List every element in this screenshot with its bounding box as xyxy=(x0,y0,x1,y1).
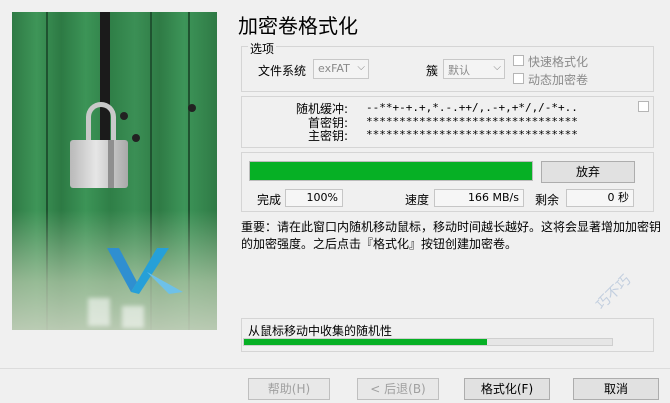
format-progress-fill xyxy=(250,162,532,180)
dynamic-volume-checkbox[interactable] xyxy=(513,73,524,84)
padlock-icon xyxy=(86,102,116,144)
done-label: 完成 xyxy=(257,193,282,207)
master-key-label: 主密钥: xyxy=(307,129,348,143)
dynamic-volume-label: 动态加密卷 xyxy=(528,73,589,87)
cancel-button[interactable]: 取消 xyxy=(573,378,659,400)
filesystem-value: exFAT xyxy=(318,62,350,75)
chevron-down-icon: ⌵ xyxy=(493,62,501,73)
veracrypt-logo-icon xyxy=(107,248,183,294)
master-key-value: ******************************** xyxy=(366,128,578,141)
done-value: 100% xyxy=(285,189,343,207)
format-button[interactable]: 格式化(F) xyxy=(464,378,550,400)
randomness-fill xyxy=(244,339,487,345)
back-button[interactable]: < 后退(B) xyxy=(357,378,439,400)
show-pool-checkbox[interactable] xyxy=(638,101,649,112)
speed-label: 速度 xyxy=(405,193,430,207)
filesystem-label: 文件系统 xyxy=(258,64,307,78)
speed-value: 166 MB/s xyxy=(434,189,524,207)
cluster-value: 默认 xyxy=(448,64,470,77)
time-left-label: 剩余 xyxy=(535,193,560,207)
help-button[interactable]: 帮助(H) xyxy=(248,378,330,400)
quick-format-label: 快速格式化 xyxy=(528,55,589,69)
divider xyxy=(0,368,670,369)
options-legend: 选项 xyxy=(248,40,277,57)
header-key-value: ******************************** xyxy=(366,115,578,128)
quick-format-checkbox[interactable] xyxy=(513,55,524,66)
notice-text: 重要：请在此窗口内随机移动鼠标，移动时间越长越好。这将会显著增加加密钥的加密强度… xyxy=(241,220,662,251)
chevron-down-icon: ⌵ xyxy=(357,62,365,73)
page-title: 加密卷格式化 xyxy=(238,14,358,38)
time-left-value: 0 秒 xyxy=(566,189,634,207)
randomness-label: 从鼠标移动中收集的随机性 xyxy=(248,324,393,338)
filesystem-select[interactable]: exFAT ⌵ xyxy=(313,59,369,79)
cluster-label: 簇 xyxy=(426,64,439,78)
abort-button[interactable]: 放弃 xyxy=(541,161,635,183)
watermark: 巧不巧 xyxy=(593,272,635,314)
wizard-side-image xyxy=(12,12,217,330)
random-pool-value: --**+-+.+,*.-.++/,.-+,+*/,/-*+.. xyxy=(366,101,578,114)
cluster-select[interactable]: 默认 ⌵ xyxy=(443,59,505,79)
